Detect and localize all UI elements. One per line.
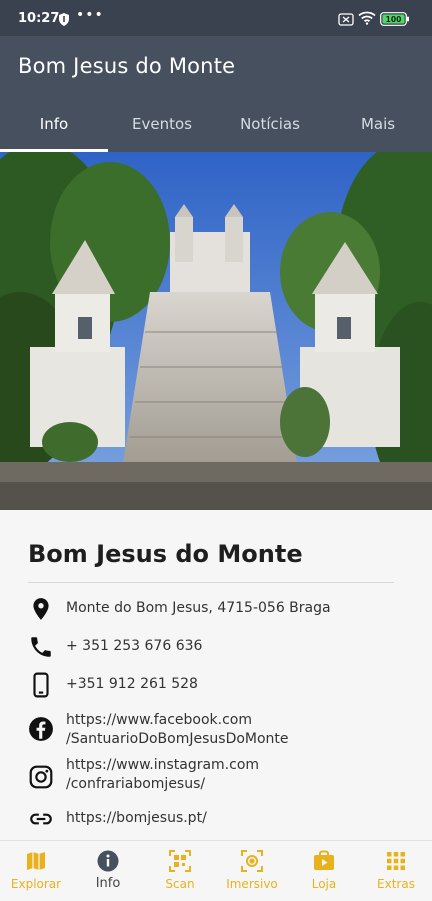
nav-scan[interactable]: Scan	[144, 841, 216, 901]
status-time: 10:27	[18, 11, 60, 26]
instagram-icon	[28, 764, 54, 790]
facebook-icon	[28, 716, 54, 742]
map-icon	[24, 849, 48, 873]
nav-explorar[interactable]: Explorar	[0, 841, 72, 901]
sanctuary-photo	[0, 152, 432, 510]
app-root: 10:27 ••• 100 Bom Jesus do Monte Info Ev…	[0, 0, 432, 900]
wifi-icon	[358, 10, 376, 29]
nav-loja[interactable]: Loja	[288, 841, 360, 901]
tab-bar: Info Eventos Notícias Mais	[0, 102, 432, 152]
instagram-link[interactable]: https://www.instagram.com /confrariabomj…	[66, 756, 406, 794]
instagram-link-line1: https://www.instagram.com	[66, 757, 260, 773]
smartphone-icon	[28, 672, 54, 698]
mobile-text: +351 912 261 528	[66, 676, 198, 692]
info-content: Bom Jesus do Monte Monte do Bom Jesus, 4…	[0, 510, 432, 840]
nav-loja-label: Loja	[311, 877, 337, 891]
address-text: Monte do Bom Jesus, 4715-056 Braga	[66, 600, 331, 616]
hero-photo	[0, 152, 432, 510]
phone-text: + 351 253 676 636	[66, 638, 203, 654]
immersive-icon	[240, 849, 264, 873]
tab-mais[interactable]: Mais	[324, 102, 432, 152]
tab-eventos[interactable]: Eventos	[108, 102, 216, 152]
nav-info[interactable]: Info	[72, 841, 144, 901]
tab-noticias[interactable]: Notícias	[216, 102, 324, 152]
link-icon	[28, 806, 54, 832]
facebook-link-line2: /SantuarioDoBomJesusDoMonte	[66, 731, 289, 747]
nav-extras[interactable]: Extras	[360, 841, 432, 901]
shield-icon	[58, 11, 70, 30]
shop-bag-icon	[312, 849, 336, 873]
nav-scan-label: Scan	[165, 877, 195, 891]
nav-imersivo[interactable]: Imersivo	[216, 841, 288, 901]
nav-extras-label: Extras	[377, 877, 415, 891]
app-bar: Bom Jesus do Monte Info Eventos Notícias…	[0, 36, 432, 152]
status-bar: 10:27 ••• 100	[0, 0, 432, 36]
info-icon	[96, 849, 120, 873]
facebook-link[interactable]: https://www.facebook.com /SantuarioDoBom…	[66, 711, 406, 749]
qr-scan-icon	[168, 849, 192, 873]
nav-imersivo-label: Imersivo	[226, 877, 278, 891]
more-notifications-icon: •••	[76, 7, 104, 23]
battery-level: 100	[386, 15, 402, 24]
website-link[interactable]: https://bomjesus.pt/	[66, 809, 406, 828]
divider	[28, 582, 394, 583]
instagram-link-line2: /confrariabomjesus/	[66, 776, 206, 792]
sim-icon	[338, 11, 354, 30]
bottom-navigation: Explorar Info Scan Imersivo Loja Extras	[0, 840, 432, 900]
nav-info-label: Info	[95, 876, 121, 891]
tab-info[interactable]: Info	[0, 102, 108, 152]
phone-icon	[28, 634, 54, 660]
battery-icon: 100	[380, 11, 410, 30]
place-title: Bom Jesus do Monte	[28, 540, 303, 568]
nav-explorar-label: Explorar	[10, 877, 62, 891]
grid-icon	[384, 849, 408, 873]
location-pin-icon	[28, 596, 54, 622]
page-title: Bom Jesus do Monte	[18, 54, 236, 78]
facebook-link-line1: https://www.facebook.com	[66, 712, 252, 728]
